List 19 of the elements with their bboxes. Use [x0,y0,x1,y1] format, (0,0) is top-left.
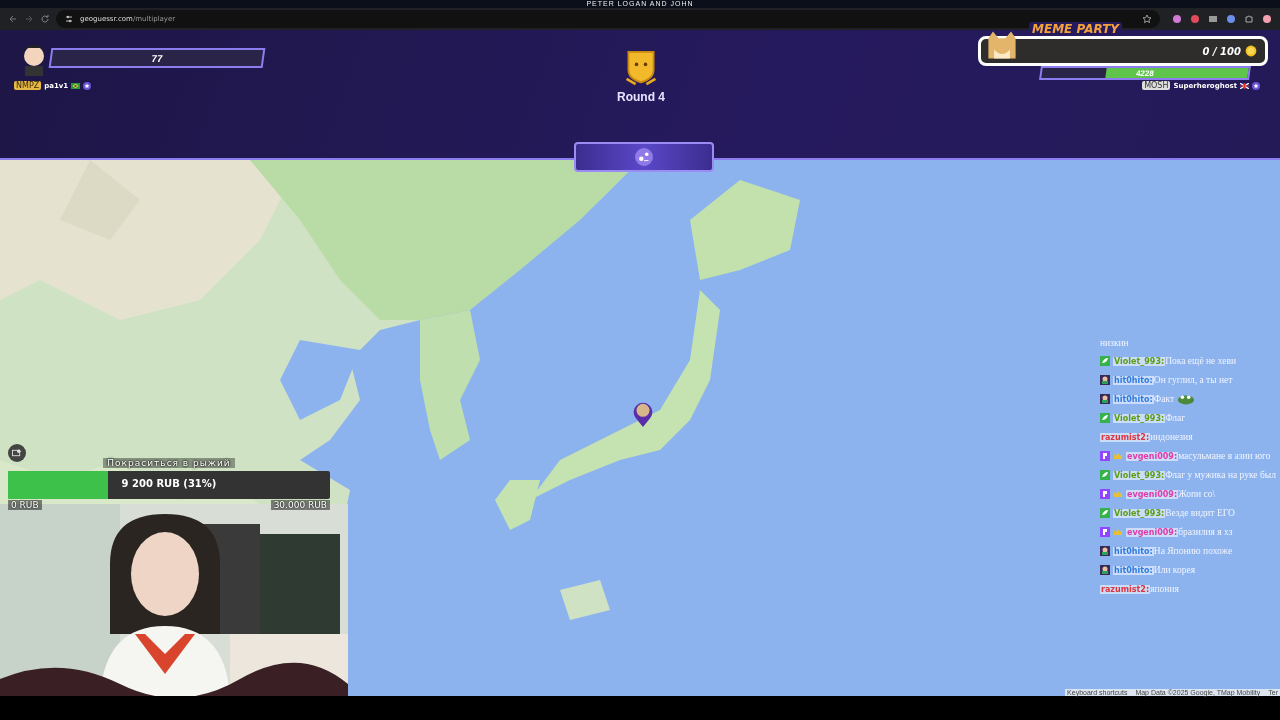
back-icon[interactable] [8,14,18,24]
level-badge-icon [83,81,92,90]
player-tag: NMPZ [14,81,42,90]
meme-party-title: MEME PARTY [1029,22,1122,36]
level-badge-icon [1252,81,1260,90]
profile-icon[interactable] [1262,14,1272,24]
flag-icon [71,82,81,89]
reload-icon[interactable] [40,14,50,24]
meme-party-count: 0 / 100 [1202,45,1241,57]
star-icon[interactable] [1142,14,1152,24]
health-value: 4228 [1134,68,1156,78]
medal-icon [623,48,659,88]
coin-icon [1245,45,1257,57]
health-value: 77 [150,52,164,64]
player-tag: MOSH [1142,81,1171,90]
flag-icon [1240,82,1249,89]
dog-icon [985,29,1019,61]
site-settings-icon[interactable] [64,14,74,24]
round-label: Round 4 [617,90,665,104]
